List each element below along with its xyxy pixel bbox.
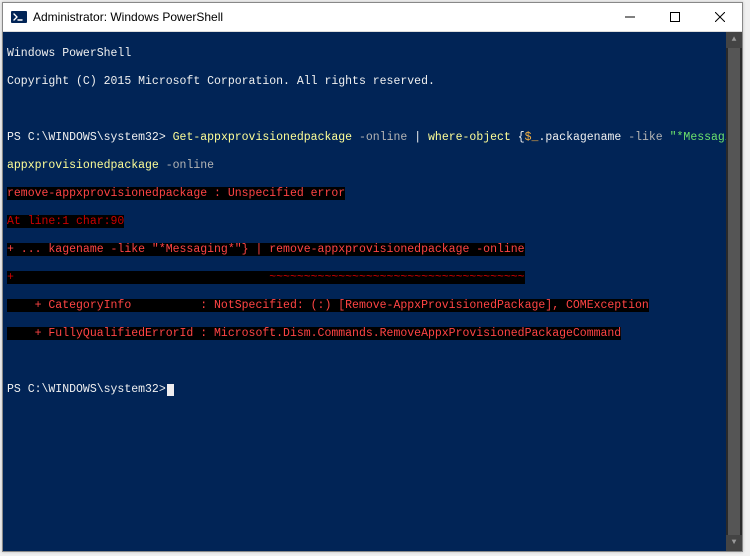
error-line: + FullyQualifiedErrorId : Microsoft.Dism…	[7, 327, 738, 341]
pipe: |	[414, 131, 421, 144]
minimize-button[interactable]	[607, 3, 652, 31]
scroll-up-button[interactable]: ▲	[726, 32, 742, 48]
error-line: + ~~~~~~~~~~~~~~~~~~~~~~~~~~~~~~~~~~~~~	[7, 271, 738, 285]
command-line-2: appxprovisionedpackage -online	[7, 159, 738, 173]
scroll-thumb[interactable]	[728, 48, 740, 535]
scroll-down-button[interactable]: ▼	[726, 535, 742, 551]
cmdlet: Get-appxprovisionedpackage	[173, 131, 352, 144]
prompt-line: PS C:\WINDOWS\system32>	[7, 383, 738, 397]
error-line: + CategoryInfo : NotSpecified: (:) [Remo…	[7, 299, 738, 313]
error-line: + ... kagename -like "*Messaging*"} | re…	[7, 243, 738, 257]
close-button[interactable]	[697, 3, 742, 31]
cmdlet: where-object	[428, 131, 511, 144]
property: .packagename	[538, 131, 628, 144]
error-line: remove-appxprovisionedpackage : Unspecif…	[7, 187, 738, 201]
powershell-icon	[11, 9, 27, 25]
blank-line	[7, 103, 738, 117]
prompt: PS C:\WINDOWS\system32>	[7, 383, 166, 396]
param: -online	[166, 159, 214, 172]
command-line-1: PS C:\WINDOWS\system32> Get-appxprovisio…	[7, 131, 738, 145]
prompt: PS C:\WINDOWS\system32>	[7, 131, 166, 144]
blank-line	[7, 355, 738, 369]
brace: {	[518, 131, 525, 144]
copyright-line: Copyright (C) 2015 Microsoft Corporation…	[7, 75, 738, 89]
scroll-track[interactable]	[726, 48, 742, 535]
window-title: Administrator: Windows PowerShell	[33, 10, 607, 24]
cursor	[167, 384, 174, 396]
window-controls	[607, 3, 742, 31]
cmdlet-cont: appxprovisionedpackage	[7, 159, 159, 172]
maximize-button[interactable]	[652, 3, 697, 31]
error-line: At line:1 char:90	[7, 215, 738, 229]
automatic-variable: $_	[525, 131, 539, 144]
param: -online	[359, 131, 407, 144]
header-line: Windows PowerShell	[7, 47, 738, 61]
titlebar[interactable]: Administrator: Windows PowerShell	[3, 3, 742, 32]
powershell-window: Administrator: Windows PowerShell Window…	[2, 2, 743, 552]
operator: -like	[628, 131, 663, 144]
terminal-area[interactable]: Windows PowerShell Copyright (C) 2015 Mi…	[3, 32, 742, 551]
scrollbar[interactable]: ▲ ▼	[726, 32, 742, 551]
